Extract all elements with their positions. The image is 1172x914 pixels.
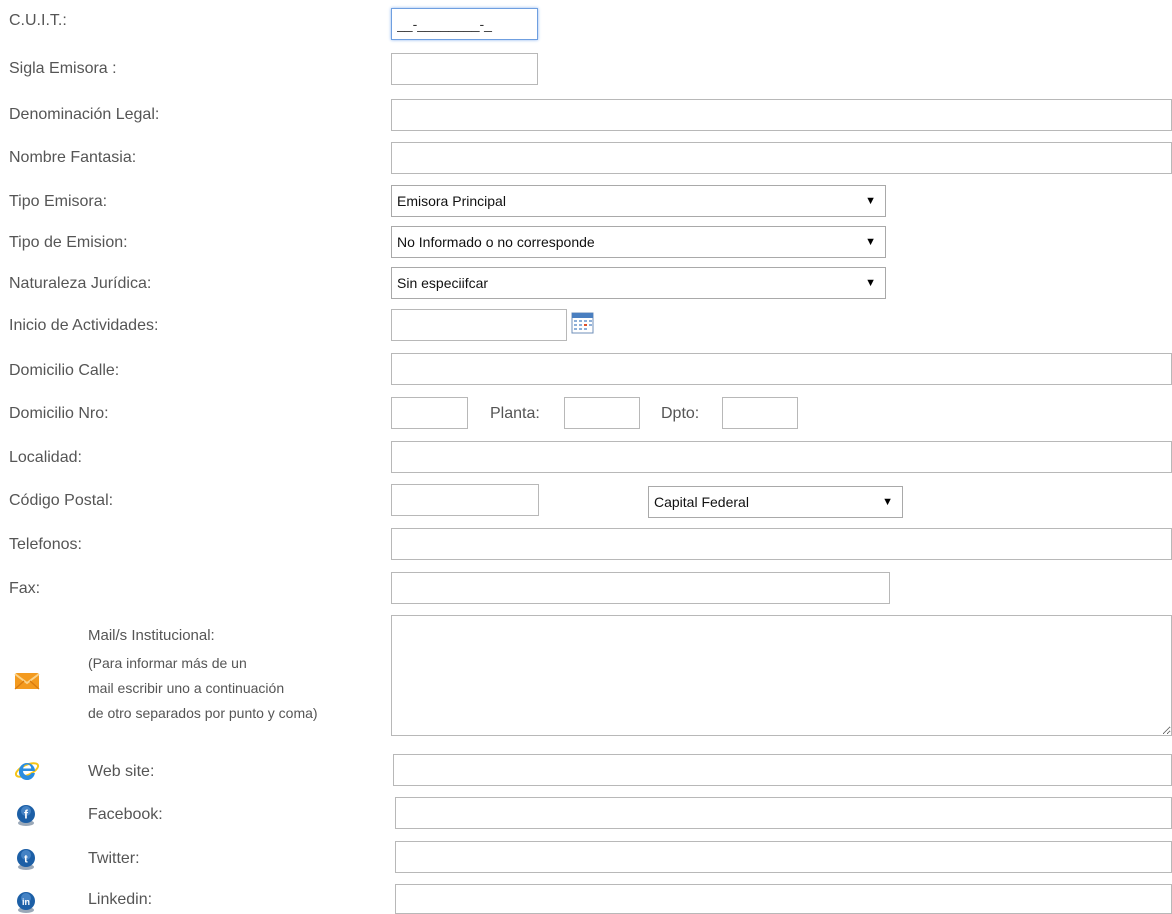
sigla-label: Sigla Emisora : — [9, 60, 117, 77]
mail-hint-line3: de otro separados por punto y coma) — [88, 705, 318, 721]
linkedin-icon: in — [17, 892, 35, 913]
cuit-label: C.U.I.T.: — [9, 12, 67, 29]
tipo-emisora-select[interactable]: Emisora Principal ▼ — [391, 185, 886, 217]
svg-text:in: in — [22, 897, 30, 907]
localidad-input[interactable] — [391, 441, 1172, 473]
naturaleza-select[interactable]: Sin especiifcar ▼ — [391, 267, 886, 299]
codigo-postal-label: Código Postal: — [9, 492, 114, 509]
denominacion-label: Denominación Legal: — [9, 106, 160, 123]
mail-label: Mail/s Institucional: — [88, 627, 215, 644]
tipo-emisora-label: Tipo Emisora: — [9, 193, 108, 210]
linkedin-label: Linkedin: — [88, 891, 153, 908]
fax-input[interactable] — [391, 572, 890, 604]
localidad-label: Localidad: — [9, 449, 82, 466]
provincia-select[interactable]: Capital Federal ▼ — [648, 486, 903, 518]
linkedin-input[interactable] — [395, 884, 1172, 914]
envelope-icon — [14, 673, 40, 690]
tipo-emisora-selected: Emisora Principal — [397, 193, 506, 209]
domicilio-calle-label: Domicilio Calle: — [9, 362, 120, 379]
tipo-emision-label: Tipo de Emision: — [9, 234, 128, 251]
inicio-actividades-label: Inicio de Actividades: — [9, 317, 159, 334]
cuit-input[interactable] — [391, 8, 538, 40]
dropdown-arrow-icon: ▼ — [865, 277, 876, 289]
denominacion-input[interactable] — [391, 99, 1172, 131]
sigla-input[interactable] — [391, 53, 538, 85]
provincia-selected: Capital Federal — [654, 494, 749, 510]
twitter-icon: t — [17, 849, 35, 870]
mail-textarea[interactable] — [391, 615, 1172, 736]
nombre-fantasia-label: Nombre Fantasia: — [9, 149, 137, 166]
planta-label: Planta: — [490, 405, 540, 422]
web-site-label: Web site: — [88, 763, 155, 780]
svg-text:t: t — [24, 854, 28, 866]
facebook-input[interactable] — [395, 797, 1172, 829]
web-site-input[interactable] — [393, 754, 1172, 786]
planta-input[interactable] — [564, 397, 640, 429]
dropdown-arrow-icon: ▼ — [865, 236, 876, 248]
naturaleza-label: Naturaleza Jurídica: — [9, 275, 152, 292]
nombre-fantasia-input[interactable] — [391, 142, 1172, 174]
calendar-icon[interactable] — [571, 312, 595, 334]
telefonos-label: Telefonos: — [9, 536, 82, 553]
domicilio-nro-label: Domicilio Nro: — [9, 405, 109, 422]
domicilio-nro-input[interactable] — [391, 397, 468, 429]
fax-label: Fax: — [9, 580, 41, 597]
tipo-emision-selected: No Informado o no corresponde — [397, 234, 595, 250]
tipo-emision-select[interactable]: No Informado o no corresponde ▼ — [391, 226, 886, 258]
internet-explorer-icon — [14, 762, 40, 781]
dropdown-arrow-icon: ▼ — [865, 195, 876, 207]
twitter-input[interactable] — [395, 841, 1172, 873]
inicio-actividades-input[interactable] — [391, 309, 567, 341]
naturaleza-selected: Sin especiifcar — [397, 275, 489, 291]
dpto-input[interactable] — [722, 397, 798, 429]
dropdown-arrow-icon: ▼ — [882, 496, 893, 508]
twitter-label: Twitter: — [88, 850, 140, 867]
facebook-label: Facebook: — [88, 806, 163, 823]
mail-hint-line2: mail escribir uno a continuación — [88, 680, 285, 696]
facebook-icon: f — [17, 805, 35, 826]
dpto-label: Dpto: — [661, 405, 700, 422]
domicilio-calle-input[interactable] — [391, 353, 1172, 385]
emisora-form: C.U.I.T.: Sigla Emisora : Denominación L… — [0, 0, 1172, 914]
mail-hint-line1: (Para informar más de un — [88, 655, 247, 671]
telefonos-input[interactable] — [391, 528, 1172, 560]
codigo-postal-input[interactable] — [391, 484, 539, 516]
